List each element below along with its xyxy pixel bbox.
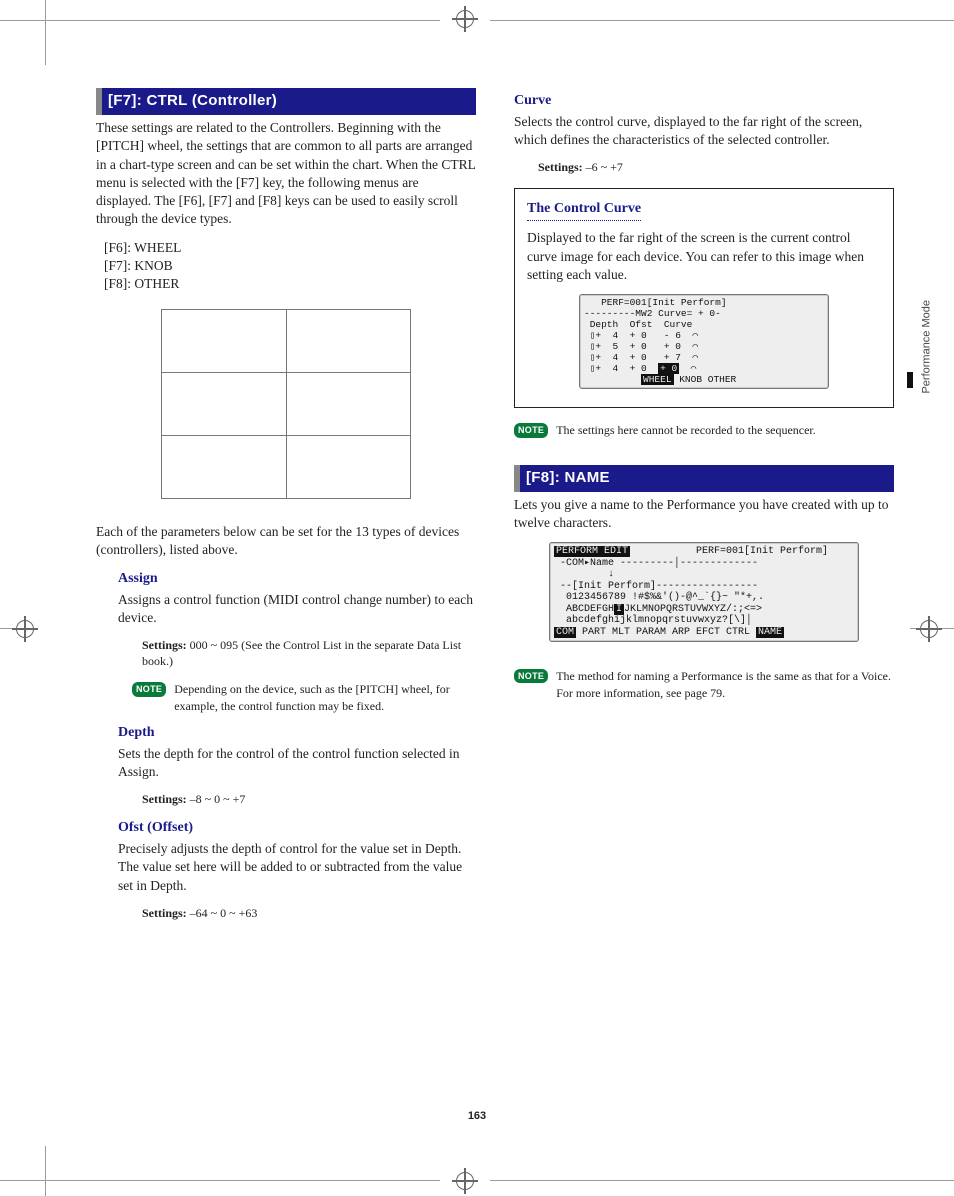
param-curve: Curve Selects the control curve, display… bbox=[514, 92, 894, 176]
settings-value: –8 ~ 0 ~ +7 bbox=[190, 792, 246, 806]
param-ofst: Ofst (Offset) Precisely adjusts the dept… bbox=[96, 819, 476, 921]
section-header-f7: [F7]: CTRL (Controller) bbox=[96, 88, 476, 115]
note-curve: NOTE The settings here cannot be recorde… bbox=[514, 422, 894, 438]
crop-line bbox=[0, 20, 440, 21]
list-item: [F6]: WHEEL bbox=[104, 239, 476, 257]
ofst-body: Precisely adjusts the depth of control f… bbox=[118, 840, 476, 895]
settings-value: 000 ~ 095 (See the Control List in the s… bbox=[142, 638, 461, 668]
f8-intro-text: Lets you give a name to the Performance … bbox=[514, 496, 894, 532]
note-name: NOTE The method for naming a Performance… bbox=[514, 668, 894, 700]
depth-settings: Settings: –8 ~ 0 ~ +7 bbox=[142, 791, 476, 807]
note-badge-icon: NOTE bbox=[514, 669, 548, 683]
note-assign: NOTE Depending on the device, such as th… bbox=[132, 681, 476, 713]
settings-label: Settings: bbox=[142, 906, 187, 920]
inset-body: Displayed to the far right of the screen… bbox=[527, 229, 881, 284]
fkey-list: [F6]: WHEEL [F7]: KNOB [F8]: OTHER bbox=[96, 239, 476, 294]
left-column: [F7]: CTRL (Controller) These settings a… bbox=[96, 88, 476, 1108]
crop-line bbox=[490, 1180, 954, 1181]
list-item: [F7]: KNOB bbox=[104, 257, 476, 275]
registration-mark-icon bbox=[452, 6, 478, 32]
note-text: The settings here cannot be recorded to … bbox=[556, 422, 894, 438]
curve-settings: Settings: –6 ~ +7 bbox=[538, 159, 894, 175]
placeholder-chart bbox=[161, 309, 411, 499]
right-column: Curve Selects the control curve, display… bbox=[514, 88, 894, 1108]
param-depth: Depth Sets the depth for the control of … bbox=[96, 724, 476, 808]
sub-heading-ofst: Ofst (Offset) bbox=[118, 819, 476, 838]
registration-mark-icon bbox=[12, 616, 38, 642]
depth-body: Sets the depth for the control of the co… bbox=[118, 745, 476, 781]
registration-mark-icon bbox=[452, 1168, 478, 1194]
crop-line bbox=[0, 1180, 440, 1181]
crop-line bbox=[45, 0, 46, 65]
note-text: The method for naming a Performance is t… bbox=[556, 668, 894, 700]
list-item: [F8]: OTHER bbox=[104, 275, 476, 293]
crop-line bbox=[490, 20, 954, 21]
lcd-display-name: PERFORM EDIT PERF=001[Init Perform] -COM… bbox=[549, 542, 859, 642]
settings-label: Settings: bbox=[538, 160, 583, 174]
registration-mark-icon bbox=[916, 616, 942, 642]
settings-label: Settings: bbox=[142, 792, 187, 806]
settings-label: Settings: bbox=[142, 638, 187, 652]
page-number: 163 bbox=[0, 1109, 954, 1124]
curve-body: Selects the control curve, displayed to … bbox=[514, 113, 894, 149]
section-header-f8: [F8]: NAME bbox=[514, 465, 894, 492]
settings-value: –6 ~ +7 bbox=[586, 160, 623, 174]
sub-heading-depth: Depth bbox=[118, 724, 476, 743]
crop-line bbox=[45, 1146, 46, 1196]
assign-settings: Settings: 000 ~ 095 (See the Control Lis… bbox=[142, 637, 476, 669]
settings-value: –64 ~ 0 ~ +63 bbox=[190, 906, 258, 920]
inset-title: The Control Curve bbox=[527, 200, 641, 222]
below-chart-text: Each of the parameters below can be set … bbox=[96, 523, 476, 559]
sub-heading-curve: Curve bbox=[514, 92, 894, 111]
sub-heading-assign: Assign bbox=[118, 570, 476, 589]
param-assign: Assign Assigns a control function (MIDI … bbox=[96, 570, 476, 714]
note-text: Depending on the device, such as the [PI… bbox=[174, 681, 476, 713]
note-badge-icon: NOTE bbox=[514, 423, 548, 437]
content-area: [F7]: CTRL (Controller) These settings a… bbox=[96, 88, 894, 1108]
inset-control-curve: The Control Curve Displayed to the far r… bbox=[514, 188, 894, 409]
side-tab-icon bbox=[907, 372, 913, 388]
lcd-display-curve: PERF=001[Init Perform] ---------MW2 Curv… bbox=[579, 294, 829, 389]
assign-body: Assigns a control function (MIDI control… bbox=[118, 591, 476, 627]
note-badge-icon: NOTE bbox=[132, 682, 166, 696]
side-label: Performance Mode bbox=[920, 300, 935, 394]
page: Performance Mode [F7]: CTRL (Controller)… bbox=[0, 0, 954, 1196]
ofst-settings: Settings: –64 ~ 0 ~ +63 bbox=[142, 905, 476, 921]
f7-intro-text: These settings are related to the Contro… bbox=[96, 119, 476, 228]
